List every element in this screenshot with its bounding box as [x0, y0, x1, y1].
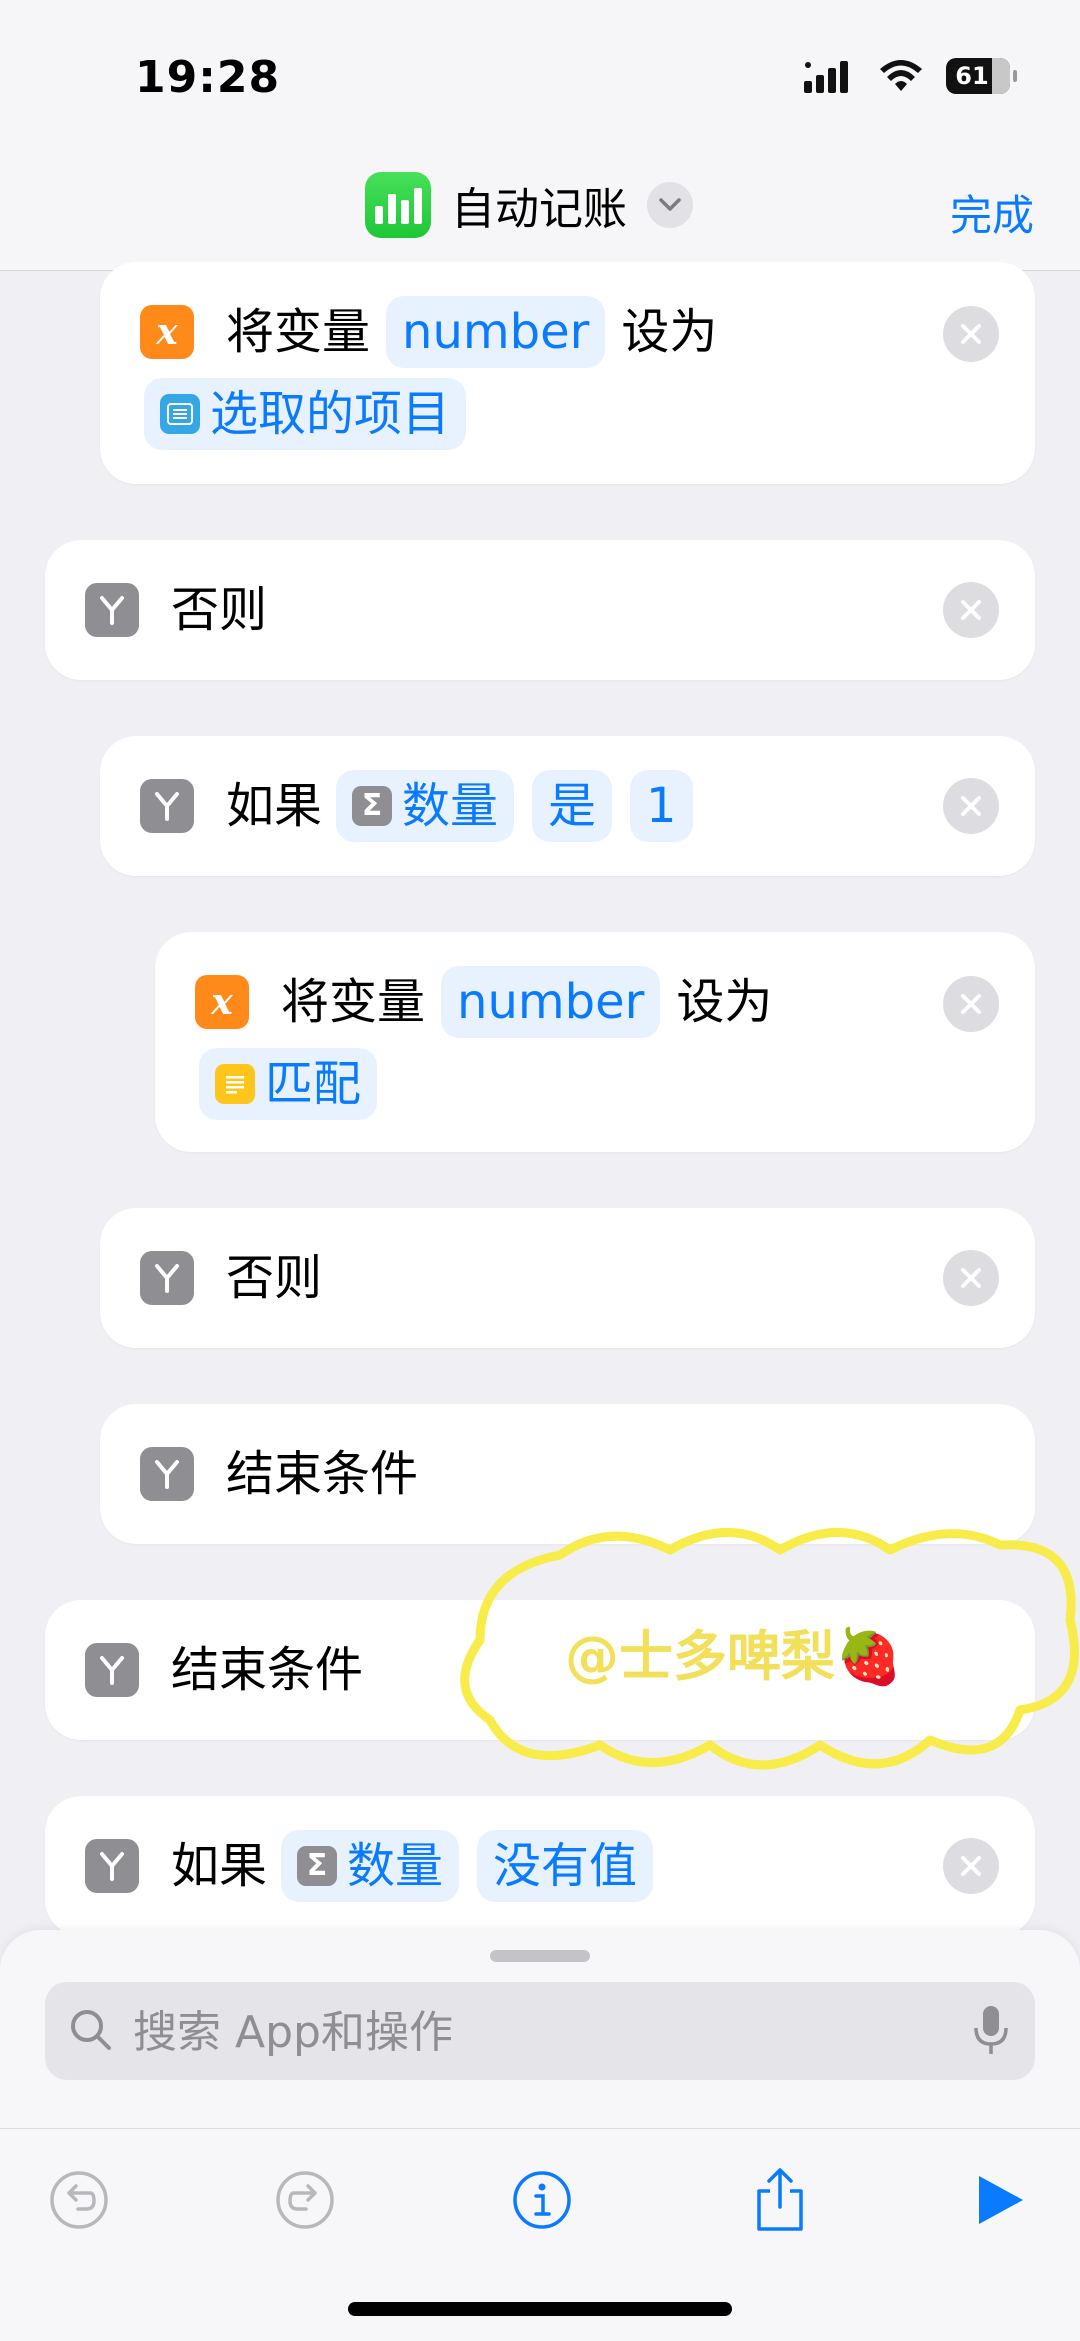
shortcut-title-menu[interactable]: 自动记账 [365, 172, 693, 238]
microphone-icon[interactable] [973, 2004, 1009, 2058]
token-label: 匹配 [265, 1056, 362, 1112]
action-text: 设为 [676, 974, 773, 1030]
branch-icon [140, 779, 194, 833]
value-token[interactable]: 匹配 [199, 1048, 378, 1120]
x-variable-icon: x [195, 975, 249, 1029]
condition-token[interactable]: 没有值 [477, 1830, 654, 1902]
otherwise-action[interactable]: 否则 [45, 540, 1035, 680]
branch-icon [85, 583, 139, 637]
token-label: number [402, 304, 590, 360]
action-text: 设为 [621, 304, 718, 360]
if-action[interactable]: 如果 Σ 数量 是 1 [100, 736, 1035, 876]
action-text: 将变量 [281, 974, 426, 1030]
status-icons: 61 [804, 58, 1017, 94]
token-label: 数量 [347, 1838, 444, 1894]
action-text: 将变量 [226, 304, 371, 360]
sigma-icon: Σ [352, 786, 393, 826]
done-button[interactable]: 完成 [950, 182, 1034, 243]
remove-action-button[interactable] [943, 976, 999, 1032]
action-text: 结束条件 [171, 1642, 364, 1698]
search-input[interactable] [131, 1996, 915, 2068]
set-variable-action[interactable]: x 将变量 number 设为 选取的项目 [100, 262, 1035, 484]
search-icon [71, 2010, 111, 2050]
sheet-grabber[interactable] [490, 1950, 590, 1962]
share-icon [757, 2168, 803, 2231]
search-bar[interactable] [45, 1982, 1035, 2080]
redo-icon [276, 2171, 334, 2229]
close-icon [961, 324, 981, 344]
numbers-app-icon [365, 172, 431, 238]
redo-button[interactable] [270, 2165, 340, 2235]
branch-icon [140, 1447, 194, 1501]
home-indicator [348, 2302, 732, 2316]
value-token[interactable]: 1 [630, 770, 693, 842]
if-action[interactable]: 如果 Σ 数量 没有值 [45, 1796, 1035, 1936]
close-icon [961, 796, 981, 816]
share-button[interactable] [745, 2165, 815, 2235]
condition-token[interactable]: 是 [532, 770, 613, 842]
remove-action-button[interactable] [943, 778, 999, 834]
chevron-down-icon[interactable] [647, 182, 693, 228]
input-token[interactable]: Σ 数量 [336, 770, 515, 842]
bottom-toolbar [0, 2128, 1080, 2269]
token-label: 数量 [402, 778, 499, 834]
play-icon [979, 2176, 1023, 2224]
wifi-icon [880, 60, 922, 91]
value-token[interactable]: 选取的项目 [144, 378, 467, 450]
token-label: 选取的项目 [210, 386, 451, 442]
run-button[interactable] [965, 2165, 1035, 2235]
token-label: 是 [548, 778, 597, 834]
status-time: 19:28 [135, 52, 281, 103]
action-text: 否则 [226, 1250, 323, 1306]
close-icon [961, 1268, 981, 1288]
action-text: 否则 [171, 582, 268, 638]
x-variable-icon: x [140, 305, 194, 359]
undo-icon [50, 2171, 108, 2229]
variable-token[interactable]: number [386, 296, 606, 368]
text-icon [215, 1064, 255, 1104]
set-variable-action[interactable]: x 将变量 number 设为 匹配 [155, 932, 1035, 1152]
battery-icon: 61 [946, 58, 1017, 94]
token-label: 没有值 [493, 1838, 638, 1894]
remove-action-button[interactable] [943, 306, 999, 362]
sigma-icon: Σ [297, 1846, 338, 1886]
battery-level: 61 [955, 62, 989, 90]
branch-icon [85, 1839, 139, 1893]
action-text: 如果 [171, 1838, 268, 1894]
action-text: 结束条件 [226, 1446, 419, 1502]
cellular-signal-icon [804, 61, 848, 93]
branch-icon [85, 1643, 139, 1697]
list-icon [160, 394, 200, 434]
close-icon [961, 994, 981, 1014]
close-icon [961, 1856, 981, 1876]
remove-action-button[interactable] [943, 582, 999, 638]
input-token[interactable]: Σ 数量 [281, 1830, 460, 1902]
shortcut-title: 自动记账 [451, 184, 627, 235]
status-bar: 19:28 61 [0, 0, 1080, 150]
remove-action-button[interactable] [943, 1838, 999, 1894]
nav-bar: 自动记账 完成 [0, 150, 1080, 271]
action-search-sheet [0, 1930, 1080, 2341]
variable-token[interactable]: number [441, 966, 661, 1038]
remove-action-button[interactable] [943, 1250, 999, 1306]
info-button[interactable] [507, 2165, 577, 2235]
otherwise-action[interactable]: 否则 [100, 1208, 1035, 1348]
token-label: 1 [646, 778, 677, 834]
undo-button[interactable] [44, 2165, 114, 2235]
info-icon [513, 2171, 571, 2229]
token-label: number [457, 974, 645, 1030]
watermark-text: @士多啤梨🍓 [565, 1625, 903, 1688]
action-text: 如果 [226, 778, 323, 834]
branch-icon [140, 1251, 194, 1305]
close-icon [961, 600, 981, 620]
